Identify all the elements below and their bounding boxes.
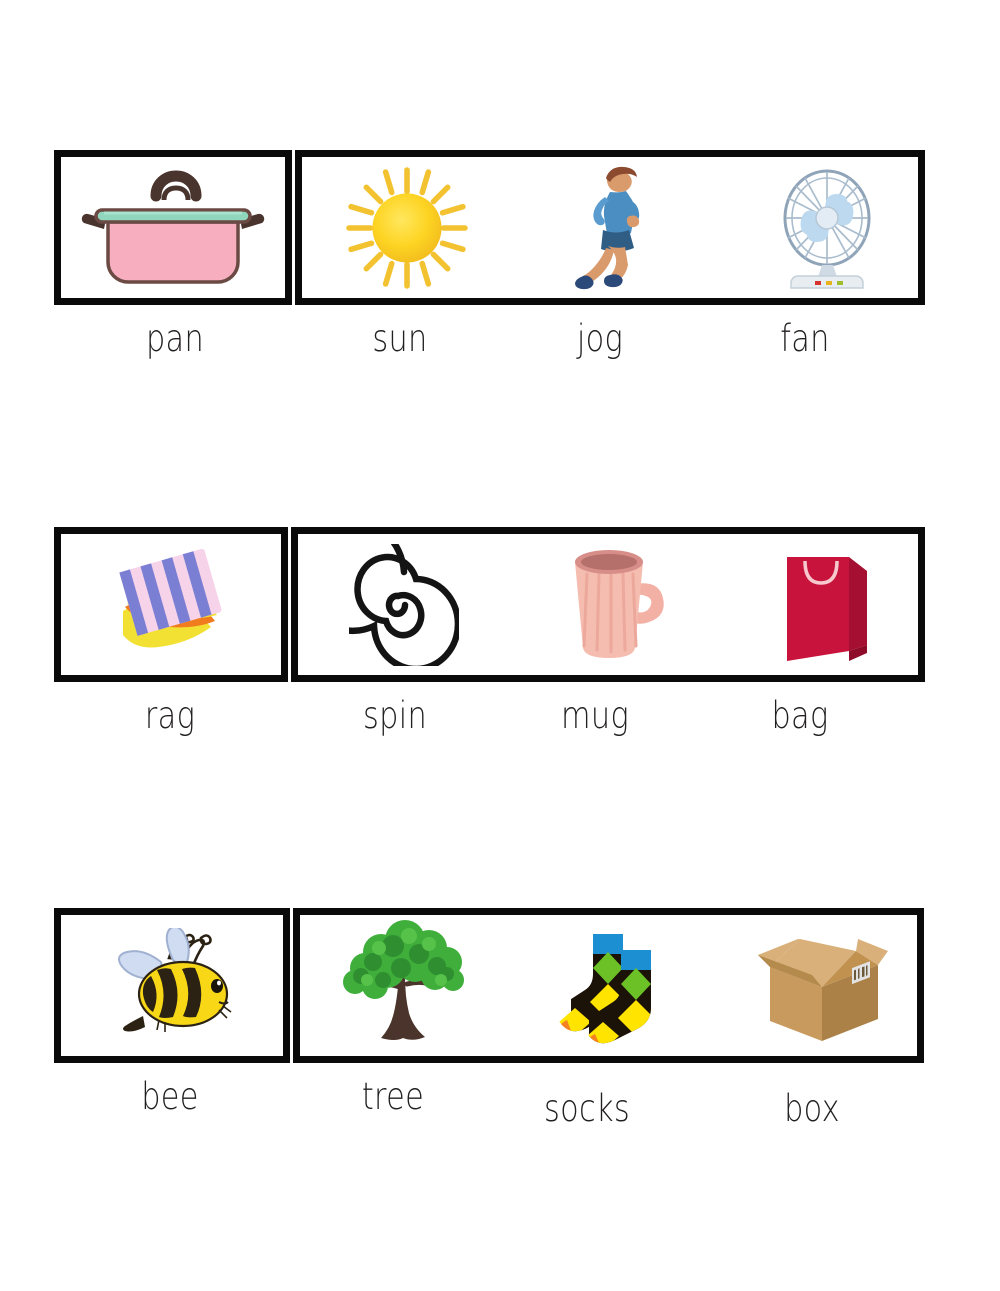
cloth-rag-icon [119, 548, 222, 647]
word-label-bee: bee [141, 1075, 199, 1118]
row-2-picture-boxes [0, 527, 1000, 682]
row-2-labels: rag spin mug bag [0, 682, 1000, 752]
worksheet-row-2: rag spin mug bag [0, 527, 1000, 752]
row-3-picture-boxes [0, 908, 1000, 1063]
picture-cell-rag [61, 534, 281, 675]
picture-cell-socks [508, 915, 716, 1056]
word-label-box: box [784, 1087, 840, 1130]
sun-icon [346, 166, 468, 289]
cooking-pot-icon [81, 169, 265, 284]
word-label-fan: fan [780, 317, 830, 360]
socks-icon [557, 933, 652, 1043]
picture-box-pan[interactable] [54, 150, 292, 305]
word-label-sun: sun [372, 317, 428, 360]
spiral-icon [349, 543, 459, 666]
tree-icon [343, 919, 464, 1040]
cardboard-box-icon [757, 938, 888, 1041]
worksheet-page: pan sun jog fan rag spin mug bag bee tre… [0, 0, 1000, 1291]
word-label-rag: rag [144, 694, 196, 737]
worksheet-row-3: bee tree socks box [0, 908, 1000, 1133]
picture-box-bee[interactable] [54, 908, 290, 1063]
picture-box-row-3-group[interactable] [293, 908, 924, 1063]
worksheet-row-1: pan sun jog fan [0, 150, 1000, 375]
picture-box-row-1-group[interactable] [295, 150, 925, 305]
word-label-mug: mug [561, 694, 629, 737]
picture-box-row-2-group[interactable] [291, 527, 925, 682]
word-label-pan: pan [145, 317, 205, 360]
picture-cell-tree [300, 915, 508, 1056]
jogging-person-icon [575, 166, 640, 289]
picture-cell-bag [722, 534, 932, 675]
picture-cell-sun [302, 157, 512, 298]
word-label-socks: socks [543, 1087, 631, 1130]
picture-box-rag[interactable] [54, 527, 288, 682]
picture-cell-spin [298, 534, 510, 675]
picture-cell-pan [61, 157, 285, 298]
mug-icon [575, 549, 664, 658]
electric-fan-icon [783, 169, 871, 289]
word-label-bag: bag [771, 694, 829, 737]
row-1-labels: pan sun jog fan [0, 305, 1000, 375]
picture-cell-bee [61, 915, 283, 1056]
row-1-picture-boxes [0, 150, 1000, 305]
word-label-spin: spin [362, 694, 428, 737]
picture-cell-mug [510, 534, 722, 675]
bee-icon [118, 927, 232, 1032]
row-3-labels: bee tree socks box [0, 1063, 1000, 1133]
picture-cell-fan [722, 157, 932, 298]
picture-cell-box [716, 915, 931, 1056]
word-label-tree: tree [361, 1075, 425, 1118]
picture-cell-jog [512, 157, 722, 298]
shopping-bag-icon [787, 556, 867, 661]
word-label-jog: jog [576, 317, 624, 360]
